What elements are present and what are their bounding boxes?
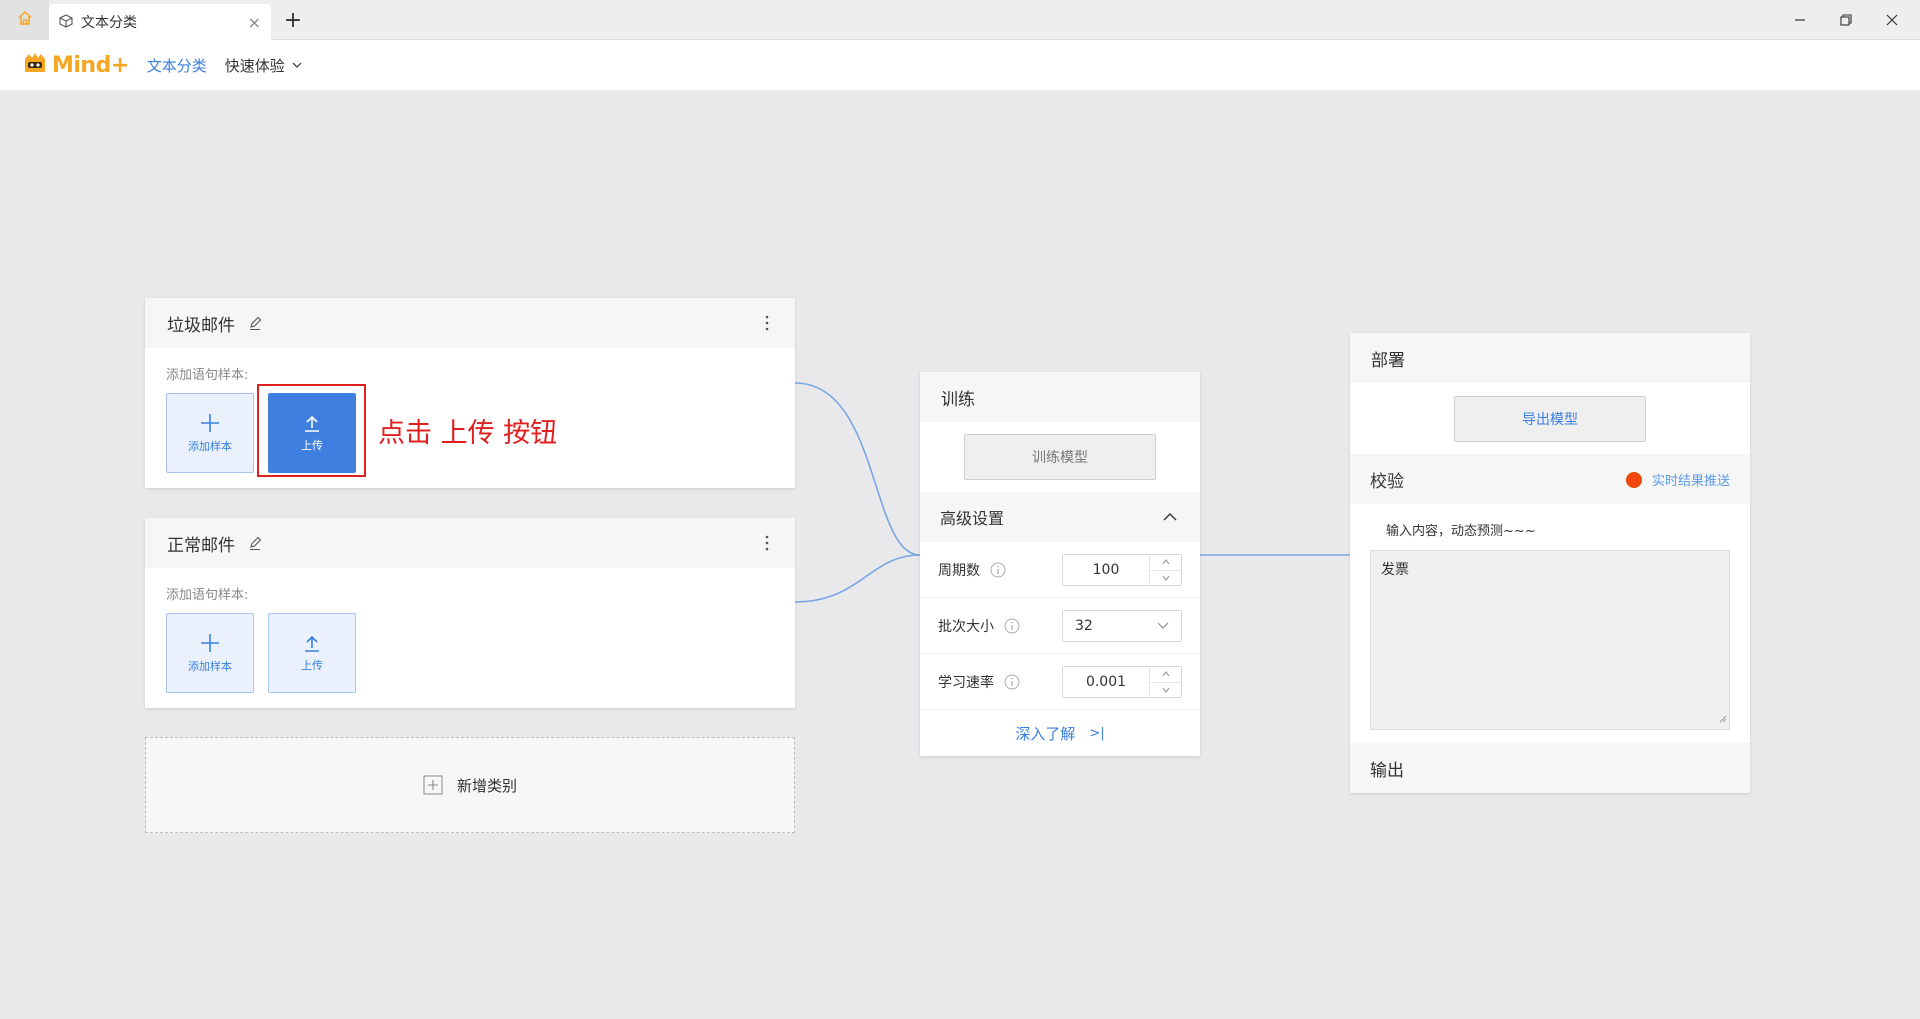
add-sample-label: 添加样本 (188, 660, 232, 673)
deploy-title: 部署 (1350, 333, 1750, 383)
close-icon (1886, 14, 1898, 26)
deploy-panel: 部署 导出模型 校验 实时结果推送 输入内容，动态预测~~~ 发票 输出 (1350, 333, 1750, 793)
plus-icon (201, 414, 219, 432)
learn-more-arrow-icon: >| (1089, 725, 1105, 741)
plus-icon (201, 634, 219, 652)
upload-button[interactable]: 上传 (268, 613, 356, 693)
realtime-push-toggle[interactable]: 实时结果推送 (1625, 470, 1730, 489)
train-title: 训练 (920, 372, 1200, 422)
verify-hint: 输入内容，动态预测~~~ (1386, 524, 1536, 539)
restore-icon (1840, 14, 1852, 26)
minimize-button[interactable] (1777, 0, 1823, 40)
sample-actions: 添加样本 上传 (166, 613, 795, 693)
chevron-down-icon (1157, 622, 1169, 630)
category-title: 垃圾邮件 (167, 315, 235, 336)
tab-label: 文本分类 (81, 15, 137, 31)
add-sample-button[interactable]: 添加样本 (166, 393, 254, 473)
logo-text: Mind+ (52, 52, 129, 78)
add-category-button[interactable]: 新增类别 (145, 737, 795, 833)
train-panel: 训练 训练模型 高级设置 周期数 100 批次大小 32 学习速率 0.001 … (920, 372, 1200, 756)
add-category-label: 新增类别 (456, 776, 517, 795)
epochs-value: 100 (1092, 562, 1120, 578)
add-sample-button[interactable]: 添加样本 (166, 613, 254, 693)
param-learning-rate: 学习速率 0.001 (920, 654, 1200, 710)
output-title: 输出 (1350, 743, 1750, 793)
tab-text-classification[interactable]: 文本分类 × (49, 4, 271, 40)
learning-rate-input[interactable]: 0.001 (1062, 666, 1182, 698)
step-up-icon[interactable] (1150, 667, 1181, 683)
param-label: 周期数 (938, 562, 980, 579)
verify-input-text: 发票 (1381, 562, 1409, 578)
batch-size-select[interactable]: 32 (1062, 610, 1182, 642)
instruction-annotation: 点击 上传 按钮 (378, 418, 558, 449)
param-label: 学习速率 (938, 674, 994, 691)
card-header: 正常邮件 (145, 518, 795, 568)
learning-rate-value: 0.001 (1085, 674, 1127, 690)
info-icon[interactable] (1004, 674, 1020, 690)
menu-quick-experience[interactable]: 快速体验 (225, 55, 303, 76)
param-label: 批次大小 (938, 618, 994, 635)
export-model-button[interactable]: 导出模型 (1454, 396, 1646, 442)
edit-pencil-icon[interactable] (247, 535, 263, 551)
step-up-icon[interactable] (1150, 555, 1181, 571)
train-model-button[interactable]: 训练模型 (964, 434, 1156, 480)
more-vertical-icon[interactable] (765, 535, 769, 555)
info-icon[interactable] (990, 562, 1006, 578)
advanced-settings-title: 高级设置 (940, 509, 1005, 528)
title-bar: 文本分类 × + (0, 0, 1920, 40)
card-header: 垃圾邮件 (145, 298, 795, 348)
more-vertical-icon[interactable] (765, 315, 769, 335)
status-dot (1625, 471, 1642, 488)
learning-rate-stepper (1149, 667, 1181, 697)
menu-text-classification[interactable]: 文本分类 (147, 55, 207, 76)
edit-pencil-icon[interactable] (247, 315, 263, 331)
epochs-input[interactable]: 100 (1062, 554, 1182, 586)
home-icon (17, 10, 33, 30)
sample-hint: 添加语句样本: (166, 368, 249, 383)
upload-icon (305, 635, 319, 652)
learn-more-label: 深入了解 (1015, 724, 1076, 743)
resize-grip-icon[interactable] (1719, 711, 1727, 727)
plus-square-icon (423, 775, 443, 795)
learn-more-link[interactable]: 深入了解 >| (920, 710, 1200, 756)
restore-button[interactable] (1823, 0, 1869, 40)
verify-title: 校验 (1370, 471, 1404, 492)
close-window-button[interactable] (1869, 0, 1915, 40)
param-batch-size: 批次大小 32 (920, 598, 1200, 654)
category-card-normal: 正常邮件 添加语句样本: 添加样本 上传 (145, 518, 795, 708)
menu-bar: Mind+ 文本分类 快速体验 (0, 40, 1920, 90)
tab-close-icon[interactable]: × (248, 13, 261, 32)
home-button[interactable] (0, 0, 49, 40)
menu-quick-experience-label: 快速体验 (224, 56, 285, 75)
add-sample-label: 添加样本 (188, 440, 232, 453)
verify-header: 校验 实时结果推送 (1350, 454, 1750, 504)
upload-label: 上传 (301, 659, 323, 672)
minimize-icon (1795, 19, 1805, 21)
batch-size-value: 32 (1075, 618, 1093, 634)
verify-input[interactable]: 发票 (1370, 550, 1730, 730)
info-icon[interactable] (1004, 618, 1020, 634)
mindplus-logo[interactable]: Mind+ (22, 50, 129, 80)
mascot-icon (22, 50, 48, 80)
epochs-stepper (1149, 555, 1181, 585)
new-tab-button[interactable]: + (278, 6, 308, 34)
step-down-icon[interactable] (1150, 683, 1181, 698)
param-epochs: 周期数 100 (920, 542, 1200, 598)
advanced-settings-header[interactable]: 高级设置 (920, 492, 1200, 542)
upload-highlight-box (257, 384, 366, 477)
realtime-push-label: 实时结果推送 (1651, 474, 1730, 489)
cube-icon (59, 13, 73, 32)
sample-hint: 添加语句样本: (166, 588, 249, 603)
step-down-icon[interactable] (1150, 571, 1181, 586)
chevron-down-icon (292, 62, 302, 68)
category-title: 正常邮件 (167, 535, 235, 556)
category-card-spam: 垃圾邮件 添加语句样本: 添加样本 上传 (145, 298, 795, 488)
chevron-up-icon[interactable] (1162, 509, 1178, 529)
